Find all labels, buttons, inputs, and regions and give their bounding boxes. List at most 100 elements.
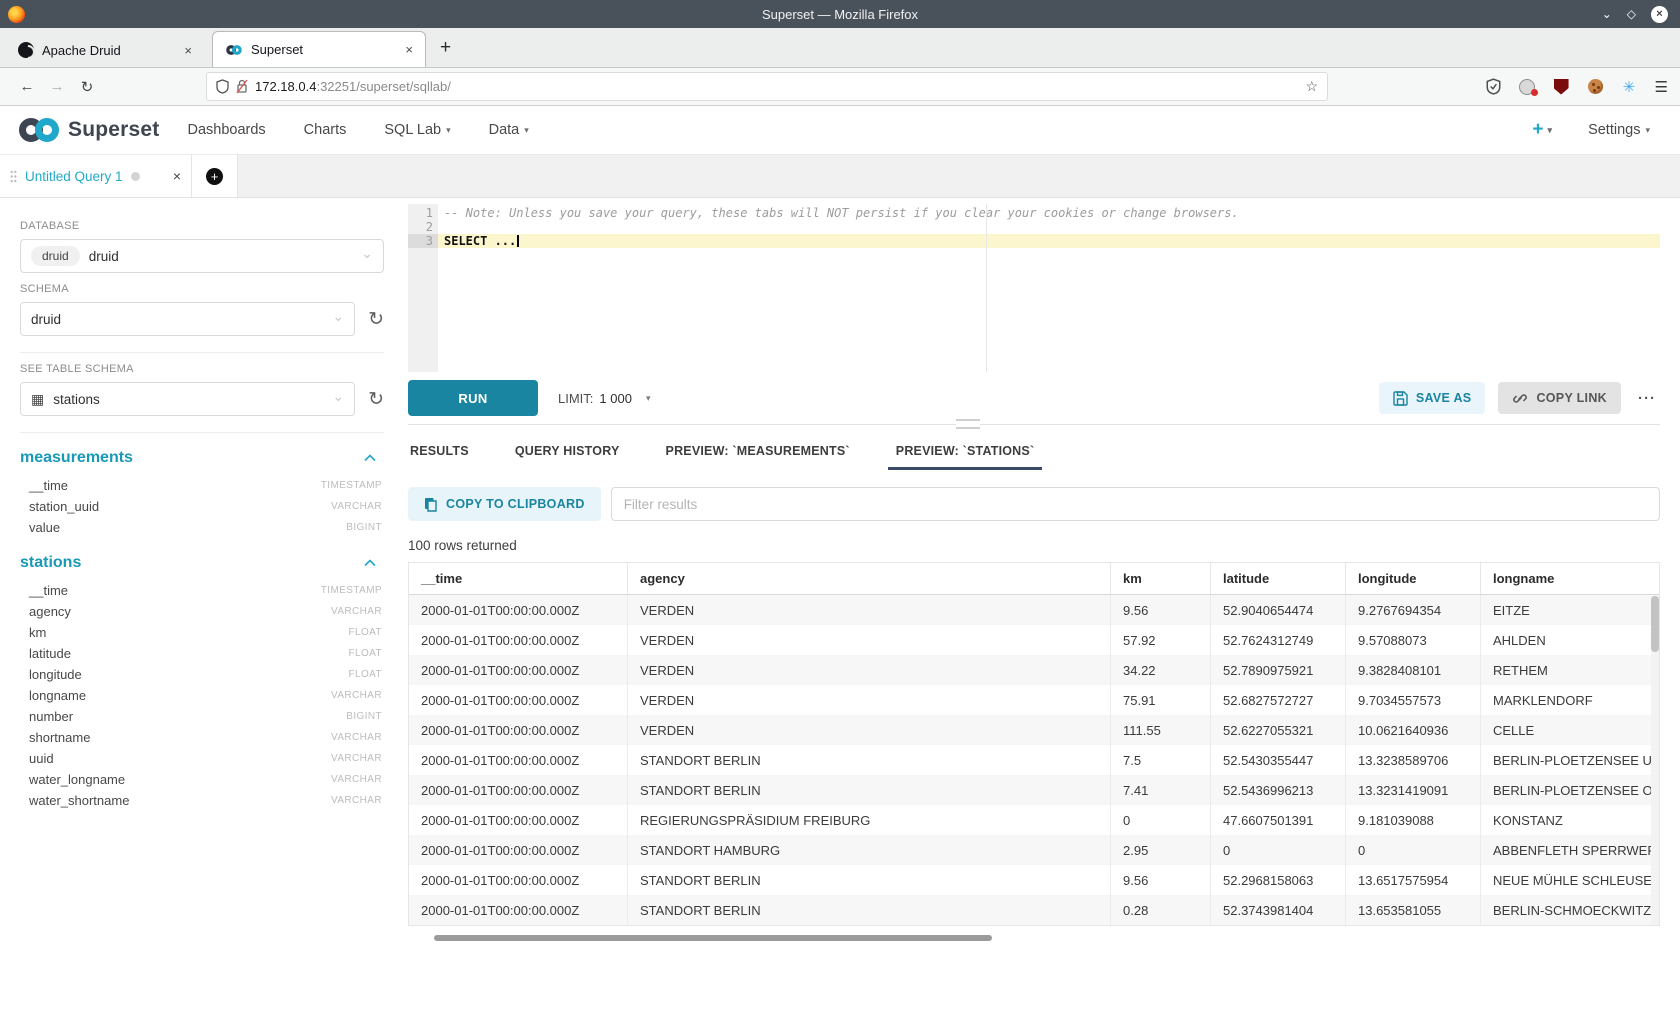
- database-pill: druid: [31, 246, 80, 266]
- sql-lab-content: DATABASE druid druid ⌄ SCHEMA druid ⌄ ↻ …: [0, 198, 1680, 1012]
- schema-label: SCHEMA: [20, 283, 384, 295]
- superset-logo[interactable]: Superset: [16, 116, 159, 144]
- reload-icon[interactable]: ↻: [72, 78, 102, 96]
- url-host: 172.18.0.4: [255, 79, 316, 94]
- table-cell: 2000-01-01T00:00:00.000Z: [409, 715, 628, 745]
- column-header[interactable]: longname: [1481, 563, 1659, 594]
- column-header[interactable]: agency: [628, 563, 1111, 594]
- shield-icon[interactable]: [216, 79, 229, 94]
- chevron-up-icon[interactable]: [364, 559, 376, 567]
- line-number: 1: [408, 206, 438, 220]
- tab-close-icon[interactable]: ×: [184, 43, 192, 58]
- table-cell: 0: [1111, 805, 1211, 835]
- column-header[interactable]: __time: [409, 563, 628, 594]
- results-header-row: __timeagencykmlatitudelongitudelongname: [409, 563, 1659, 595]
- limit-control[interactable]: LIMIT: 1 000 ▾: [558, 391, 650, 406]
- window-close-icon[interactable]: ×: [1651, 6, 1668, 23]
- table-select[interactable]: ▦ stations ⌄: [20, 382, 355, 416]
- table-row: 2000-01-01T00:00:00.000ZSTANDORT BERLIN7…: [409, 745, 1659, 775]
- clipboard-icon: [424, 497, 437, 512]
- table-cell: 52.3743981404: [1211, 895, 1346, 925]
- column-row: water_longnameVARCHAR: [20, 769, 384, 790]
- window-maximize-icon[interactable]: ◇: [1627, 8, 1636, 20]
- copy-link-button[interactable]: COPY LINK: [1498, 382, 1621, 414]
- query-tab-close-icon[interactable]: ×: [173, 168, 181, 184]
- nav-item-dashboards[interactable]: Dashboards: [187, 122, 265, 138]
- column-name: longitude: [29, 667, 82, 682]
- bookmark-star-icon[interactable]: ☆: [1305, 78, 1318, 95]
- database-select[interactable]: druid druid ⌄: [20, 239, 384, 273]
- refresh-schema-icon[interactable]: ↻: [368, 310, 384, 329]
- text-cursor: [517, 235, 519, 247]
- column-type: FLOAT: [349, 669, 382, 680]
- new-browser-tab-button[interactable]: +: [440, 37, 451, 59]
- back-icon[interactable]: ←: [12, 78, 42, 95]
- caret-down-icon: ▾: [646, 393, 651, 404]
- table-cell: EITZE: [1481, 595, 1659, 625]
- column-header[interactable]: longitude: [1346, 563, 1481, 594]
- table-cell: 7.5: [1111, 745, 1211, 775]
- save-as-button[interactable]: SAVE AS: [1379, 382, 1486, 414]
- results-tab[interactable]: PREVIEW: `STATIONS`: [894, 432, 1037, 470]
- divider: [20, 432, 384, 433]
- nav-item-data[interactable]: Data▾: [489, 122, 529, 138]
- results-tab[interactable]: RESULTS: [408, 432, 471, 470]
- vertical-scrollbar-thumb[interactable]: [1651, 596, 1659, 652]
- table-cell: 52.9040654474: [1211, 595, 1346, 625]
- table-row: 2000-01-01T00:00:00.000ZSTANDORT BERLIN9…: [409, 865, 1659, 895]
- snowflake-icon[interactable]: ✳: [1621, 78, 1638, 95]
- forward-icon[interactable]: →: [42, 78, 72, 95]
- table-cell: 2000-01-01T00:00:00.000Z: [409, 685, 628, 715]
- column-row: uuidVARCHAR: [20, 748, 384, 769]
- horizontal-scrollbar[interactable]: [408, 935, 1660, 942]
- browser-tab-apache-druid[interactable]: Apache Druid ×: [6, 33, 204, 67]
- chevron-up-icon[interactable]: [364, 454, 376, 462]
- column-header[interactable]: km: [1111, 563, 1211, 594]
- window-minimize-icon[interactable]: ⌄: [1602, 8, 1612, 20]
- menu-icon[interactable]: ☰: [1655, 78, 1668, 96]
- table-cell: 2000-01-01T00:00:00.000Z: [409, 745, 628, 775]
- column-header[interactable]: latitude: [1211, 563, 1346, 594]
- query-tab-untitled[interactable]: Untitled Query 1 ×: [0, 155, 192, 197]
- column-type: VARCHAR: [331, 732, 382, 743]
- pane-splitter[interactable]: [408, 424, 1660, 432]
- refresh-tables-icon[interactable]: ↻: [368, 390, 384, 409]
- ublock-icon[interactable]: [1553, 78, 1570, 95]
- cookie-icon[interactable]: [1587, 78, 1604, 95]
- code-line: -- Note: Unless you save your query, the…: [438, 206, 1660, 220]
- nav-item-charts[interactable]: Charts: [304, 122, 347, 138]
- sql-editor[interactable]: 1 2 3 -- Note: Unless you save your quer…: [408, 204, 1660, 372]
- splitter-grip-icon[interactable]: [956, 419, 980, 429]
- browser-tab-superset[interactable]: Superset ×: [212, 31, 426, 67]
- table-cell: 2000-01-01T00:00:00.000Z: [409, 865, 628, 895]
- table-row: 2000-01-01T00:00:00.000ZSTANDORT HAMBURG…: [409, 835, 1659, 865]
- add-query-tab[interactable]: +: [192, 155, 238, 197]
- drag-handle-icon[interactable]: [10, 170, 17, 183]
- table-section-header[interactable]: measurements: [20, 449, 384, 467]
- superset-navbar: Superset Dashboards Charts SQL Lab▾ Data…: [0, 106, 1680, 155]
- pocket-shield-icon[interactable]: [1485, 78, 1502, 95]
- table-row: 2000-01-01T00:00:00.000ZVERDEN34.2252.78…: [409, 655, 1659, 685]
- insecure-lock-icon[interactable]: [236, 79, 248, 94]
- tab-close-icon[interactable]: ×: [405, 42, 413, 57]
- editor-code[interactable]: -- Note: Unless you save your query, the…: [438, 204, 1660, 372]
- column-type: BIGINT: [346, 711, 382, 722]
- new-item-button[interactable]: +▾: [1532, 119, 1552, 141]
- copy-to-clipboard-button[interactable]: COPY TO CLIPBOARD: [408, 487, 601, 521]
- more-options-icon[interactable]: ···: [1638, 390, 1656, 407]
- filter-results-input[interactable]: [611, 487, 1660, 521]
- table-section-header[interactable]: stations: [20, 554, 384, 572]
- schema-select[interactable]: druid ⌄: [20, 302, 355, 336]
- run-button[interactable]: RUN: [408, 380, 538, 416]
- url-bar[interactable]: 172.18.0.4:32251/superset/sqllab/ ☆: [206, 72, 1328, 101]
- column-name: shortname: [29, 730, 90, 745]
- add-tab-icon[interactable]: +: [206, 168, 223, 185]
- privacy-mask-icon[interactable]: [1519, 78, 1536, 95]
- results-tab[interactable]: PREVIEW: `MEASUREMENTS`: [664, 432, 852, 470]
- horizontal-scrollbar-thumb[interactable]: [434, 935, 992, 941]
- table-cell: 2000-01-01T00:00:00.000Z: [409, 835, 628, 865]
- vertical-scrollbar[interactable]: [1651, 596, 1659, 925]
- results-tab[interactable]: QUERY HISTORY: [513, 432, 622, 470]
- settings-menu[interactable]: Settings▾: [1588, 122, 1650, 138]
- nav-item-sql-lab[interactable]: SQL Lab▾: [384, 122, 450, 138]
